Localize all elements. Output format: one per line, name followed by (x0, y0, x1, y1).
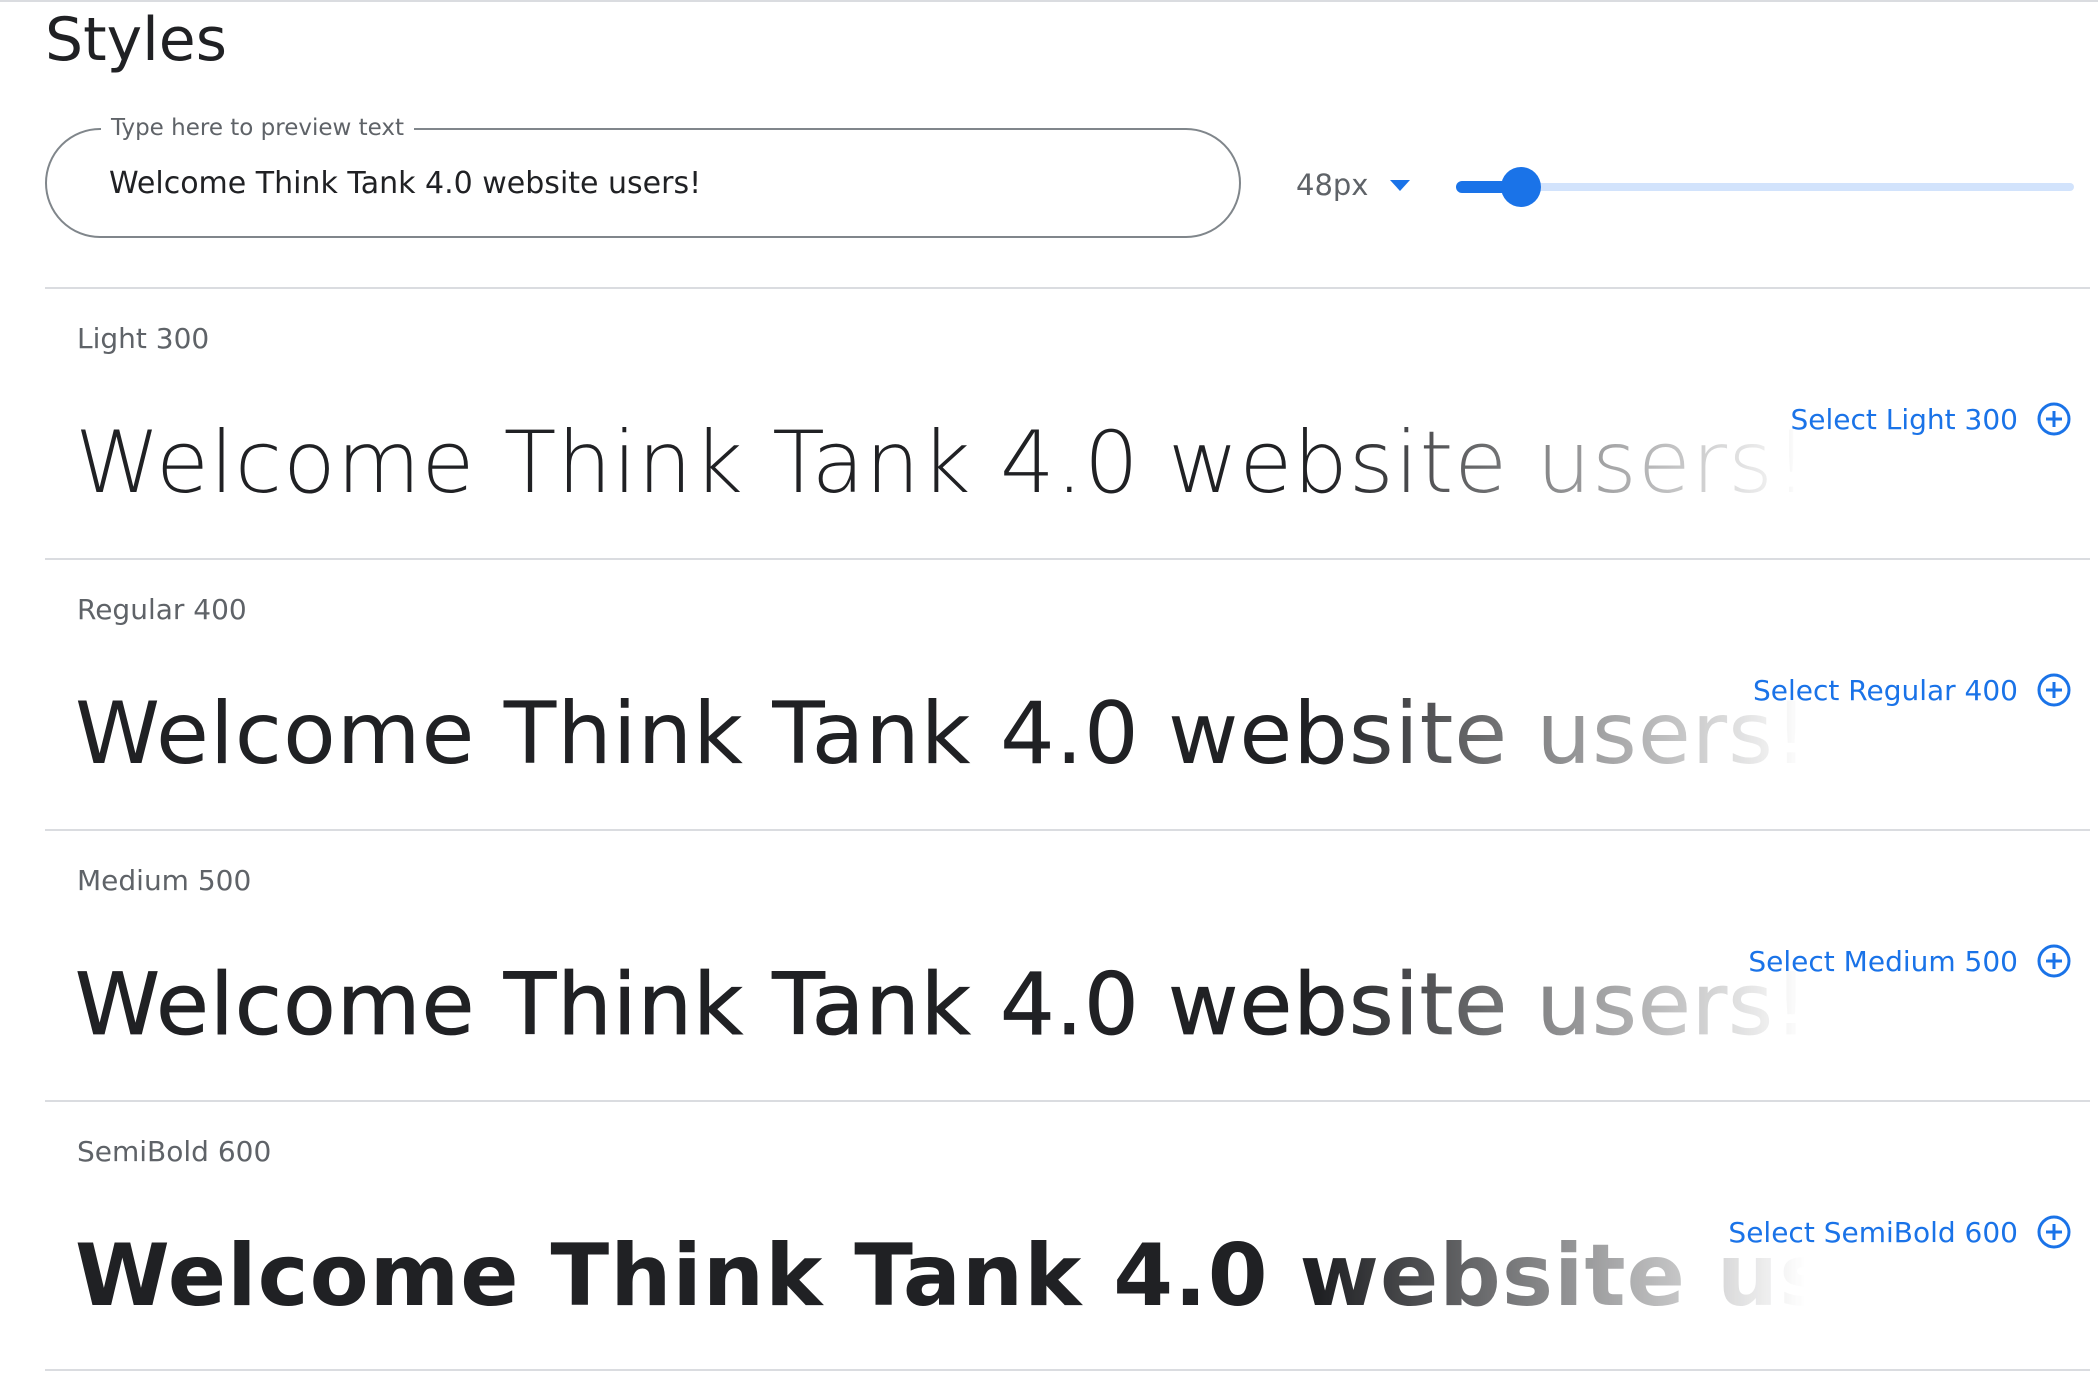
style-row-light-300: Light 300 Welcome Think Tank 4.0 website… (45, 287, 2090, 558)
preview-text-field[interactable]: Type here to preview text (45, 114, 1241, 238)
slider-thumb[interactable] (1500, 167, 1541, 207)
top-divider (0, 0, 2098, 2)
style-row-medium-500: Medium 500 Welcome Think Tank 4.0 websit… (45, 829, 2090, 1100)
font-size-value: 48px (1296, 168, 1369, 202)
caret-down-icon (1390, 179, 1411, 191)
slider-track (1456, 183, 2074, 191)
select-button-label: Select SemiBold 600 (1728, 1215, 2018, 1249)
add-circle-icon (2037, 1215, 2071, 1249)
style-sample-text: Welcome Think Tank 4.0 website users! (75, 1226, 1805, 1326)
preview-text-label: Type here to preview text (101, 114, 415, 142)
select-medium-500-button[interactable]: Select Medium 500 (1748, 941, 2072, 981)
style-row-semibold-600: SemiBold 600 Welcome Think Tank 4.0 webs… (45, 1100, 2090, 1371)
styles-list: Light 300 Welcome Think Tank 4.0 website… (45, 287, 2090, 1371)
select-button-label: Select Medium 500 (1748, 944, 2018, 978)
style-name: Medium 500 (77, 864, 252, 897)
style-sample-text: Welcome Think Tank 4.0 website users! (75, 684, 1805, 784)
section-title: Styles (45, 5, 227, 75)
select-semibold-600-button[interactable]: Select SemiBold 600 (1728, 1212, 2072, 1252)
add-circle-icon (2037, 402, 2071, 436)
add-circle-icon (2037, 944, 2071, 978)
style-sample-text: Welcome Think Tank 4.0 website users! (75, 955, 1805, 1056)
preview-text-input[interactable] (109, 158, 1189, 208)
style-sample-text: Welcome Think Tank 4.0 website users! (75, 413, 1805, 513)
style-name: Light 300 (77, 322, 210, 355)
style-name: Regular 400 (77, 593, 247, 626)
select-light-300-button[interactable]: Select Light 300 (1791, 399, 2073, 439)
font-size-select[interactable]: 48px (1296, 160, 1411, 210)
select-button-label: Select Regular 400 (1752, 673, 2018, 707)
add-circle-icon (2037, 673, 2071, 707)
select-button-label: Select Light 300 (1790, 402, 2019, 436)
style-name: SemiBold 600 (77, 1135, 272, 1168)
style-row-regular-400: Regular 400 Welcome Think Tank 4.0 websi… (45, 558, 2090, 829)
font-size-slider[interactable] (1456, 162, 2074, 212)
select-regular-400-button[interactable]: Select Regular 400 (1753, 670, 2072, 710)
